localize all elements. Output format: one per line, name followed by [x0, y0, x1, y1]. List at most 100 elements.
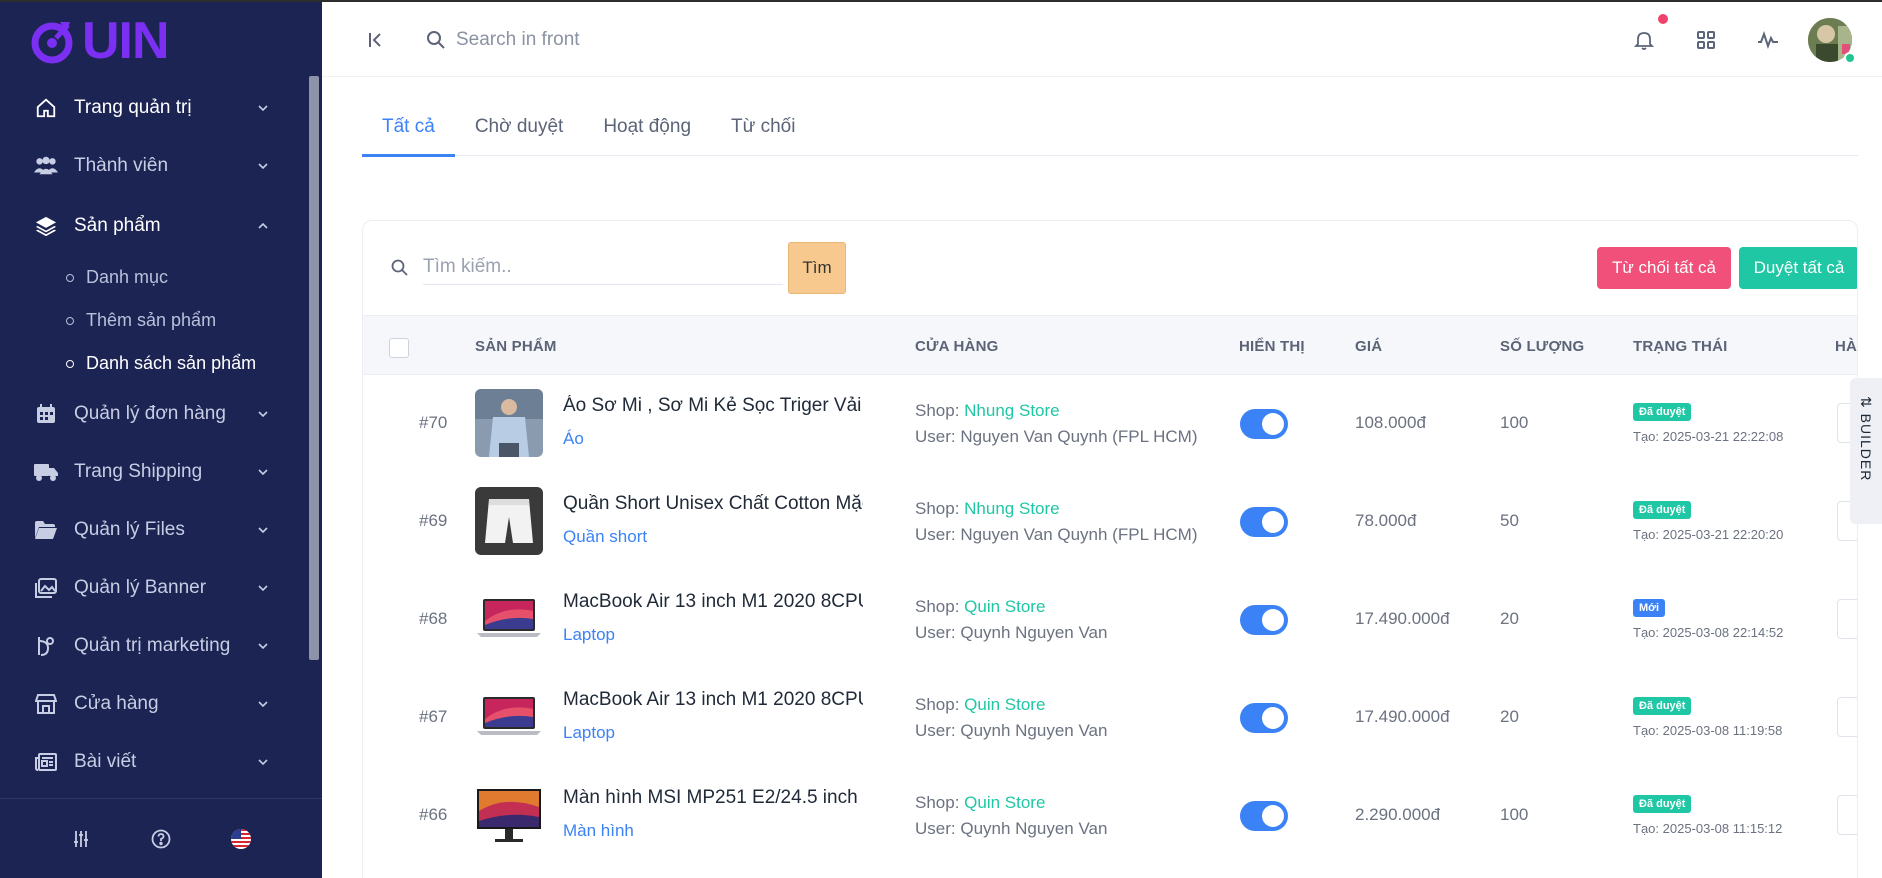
sidebar-scrollbar[interactable]: [309, 76, 319, 660]
status-tabs: Tất cả Chờ duyệt Hoạt động Từ chối: [362, 98, 1858, 157]
visibility-toggle[interactable]: [1240, 703, 1288, 733]
visibility-toggle[interactable]: [1240, 605, 1288, 635]
product-category-link[interactable]: Màn hình: [563, 821, 634, 841]
chevron-down-icon: [258, 643, 268, 650]
tab-all[interactable]: Tất cả: [362, 98, 455, 157]
store-name: Shop: Quin Store: [915, 695, 1045, 715]
shop-prefix: Shop:: [915, 695, 965, 714]
sidebar-item-banner[interactable]: Quản lý Banner: [0, 559, 310, 617]
created-prefix: Tạo:: [1633, 821, 1663, 836]
column-header-store[interactable]: CỬA HÀNG: [915, 338, 999, 355]
column-header-product[interactable]: SẢN PHẨM: [475, 338, 557, 355]
product-id: #68: [419, 609, 448, 628]
product-category-link[interactable]: Quần short: [563, 527, 647, 547]
bullet-icon: [66, 359, 74, 368]
sidebar-subitem-categories[interactable]: Danh mục: [0, 256, 310, 299]
us-flag-icon[interactable]: [230, 828, 252, 850]
sidebar-subitem-add-product[interactable]: Thêm sản phẩm: [0, 299, 310, 342]
collapse-sidebar-icon[interactable]: [366, 30, 386, 50]
shop-prefix: Shop:: [915, 401, 965, 420]
find-button[interactable]: Tìm: [788, 242, 846, 294]
truck-icon: [34, 460, 58, 484]
activity-icon[interactable]: [1756, 28, 1780, 52]
product-name[interactable]: MacBook Air 13 inch M1 2020 8CPU: [563, 591, 863, 613]
store-user: User: Nguyen Van Quynh (FPL HCM): [915, 427, 1198, 447]
sidebar-item-label: Quản lý Banner: [74, 577, 207, 598]
sidebar-item-members[interactable]: Thành viên: [0, 136, 310, 196]
bell-icon[interactable]: [1632, 28, 1656, 52]
product-thumbnail[interactable]: [475, 683, 543, 751]
row-action-button[interactable]: [1837, 795, 1857, 835]
help-icon[interactable]: [150, 828, 172, 850]
visibility-toggle[interactable]: [1240, 801, 1288, 831]
column-header-visible[interactable]: HIỂN THỊ: [1239, 338, 1305, 355]
product-thumbnail[interactable]: [475, 389, 543, 457]
product-name[interactable]: MacBook Air 13 inch M1 2020 8CPU: [563, 689, 863, 711]
table-row[interactable]: #68 MacBook Air 13 inch M1 2020 8CPU Lapto…: [363, 571, 1857, 669]
sidebar-item-label: Quản trị marketing: [74, 635, 231, 656]
tab-rejected[interactable]: Từ chối: [711, 98, 815, 156]
column-header-quantity[interactable]: SỐ LƯỢNG: [1500, 338, 1584, 355]
sidebar-item-dashboard[interactable]: Trang quản trị: [0, 80, 310, 136]
product-category-link[interactable]: Laptop: [563, 625, 615, 645]
sidebar-item-orders[interactable]: Quản lý đơn hàng: [0, 385, 310, 443]
chevron-up-icon: [258, 222, 268, 229]
global-search-input[interactable]: [456, 24, 856, 56]
store-link[interactable]: Quin Store: [964, 695, 1045, 714]
product-category-link[interactable]: Áo: [563, 429, 584, 449]
sidebar-item-posts[interactable]: Bài viết: [0, 733, 310, 791]
column-header-actions[interactable]: HÀ: [1835, 338, 1857, 355]
table-row[interactable]: #67 MacBook Air 13 inch M1 2020 8CPU Lapto…: [363, 669, 1857, 767]
store-link[interactable]: Quin Store: [964, 597, 1045, 616]
table-row[interactable]: #66 Màn hình MSI MP251 E2/24.5 inch FHD Mà…: [363, 767, 1857, 865]
product-thumbnail[interactable]: [475, 487, 543, 555]
tab-active[interactable]: Hoạt động: [583, 98, 711, 156]
product-name[interactable]: Áo Sơ Mi , Sơ Mi Kẻ Sọc Triger Vải Cotto…: [563, 395, 863, 417]
store-link[interactable]: Nhung Store: [964, 401, 1059, 420]
brand-logo[interactable]: UIN: [30, 12, 170, 70]
product-thumbnail[interactable]: [475, 585, 543, 653]
apps-grid-icon[interactable]: [1694, 28, 1718, 52]
sidebar-item-marketing[interactable]: Quản trị marketing: [0, 617, 310, 675]
column-header-status[interactable]: TRẠNG THÁI: [1633, 338, 1728, 355]
product-quantity: 20: [1500, 707, 1519, 726]
row-action-button[interactable]: [1837, 697, 1857, 737]
tab-pending[interactable]: Chờ duyệt: [455, 98, 584, 156]
home-icon: [34, 96, 58, 120]
visibility-toggle[interactable]: [1240, 507, 1288, 537]
store-link[interactable]: Nhung Store: [964, 499, 1059, 518]
sidebar-item-files[interactable]: Quản lý Files: [0, 501, 310, 559]
sidebar-item-label: Bài viết: [74, 751, 137, 772]
sidebar-nav: Trang quản trị Thành viên Sản phẩm Danh …: [0, 80, 310, 791]
visibility-toggle[interactable]: [1240, 409, 1288, 439]
sidebar-item-products[interactable]: Sản phẩm: [0, 196, 310, 256]
store-link[interactable]: Quin Store: [964, 793, 1045, 812]
product-price: 108.000đ: [1355, 413, 1426, 432]
sidebar-item-store[interactable]: Cửa hàng: [0, 675, 310, 733]
select-all-checkbox[interactable]: [389, 338, 409, 358]
product-category-link[interactable]: Laptop: [563, 723, 615, 743]
sidebar-subitem-product-list[interactable]: Danh sách sản phẩm: [0, 342, 310, 385]
product-search-input[interactable]: [423, 249, 783, 285]
product-id: #69: [419, 511, 448, 530]
sidebar: UIN Trang quản trị Thành viên Sản phẩm D…: [0, 0, 322, 878]
product-thumbnail[interactable]: [475, 781, 543, 849]
sidebar-item-shipping[interactable]: Trang Shipping: [0, 443, 310, 501]
table-row[interactable]: #69 Quần Short Unisex Chất Cotton Mặc Nhà…: [363, 473, 1857, 571]
shop-prefix: Shop:: [915, 597, 965, 616]
approve-all-button[interactable]: Duyệt tất cả: [1739, 247, 1857, 289]
top-header: [322, 0, 1882, 77]
product-quantity: 100: [1500, 413, 1529, 432]
reject-all-button[interactable]: Từ chối tất cả: [1597, 247, 1731, 289]
product-name[interactable]: Quần Short Unisex Chất Cotton Mặc Nhà: [563, 493, 863, 515]
created-value: 2025-03-08 22:14:52: [1662, 625, 1784, 640]
store-user: User: Quynh Nguyen Van: [915, 819, 1107, 839]
store-name: Shop: Nhung Store: [915, 401, 1060, 421]
table-row[interactable]: #70 Áo Sơ Mi , Sơ Mi Kẻ Sọc Triger Vải Co…: [363, 375, 1857, 473]
column-header-price[interactable]: GIÁ: [1355, 338, 1382, 355]
builder-tab[interactable]: ⇅ BUILDER: [1850, 378, 1882, 524]
product-name[interactable]: Màn hình MSI MP251 E2/24.5 inch FHD: [563, 787, 863, 809]
sliders-icon[interactable]: [70, 828, 92, 850]
created-prefix: Tạo:: [1633, 723, 1663, 738]
row-action-button[interactable]: [1837, 599, 1857, 639]
